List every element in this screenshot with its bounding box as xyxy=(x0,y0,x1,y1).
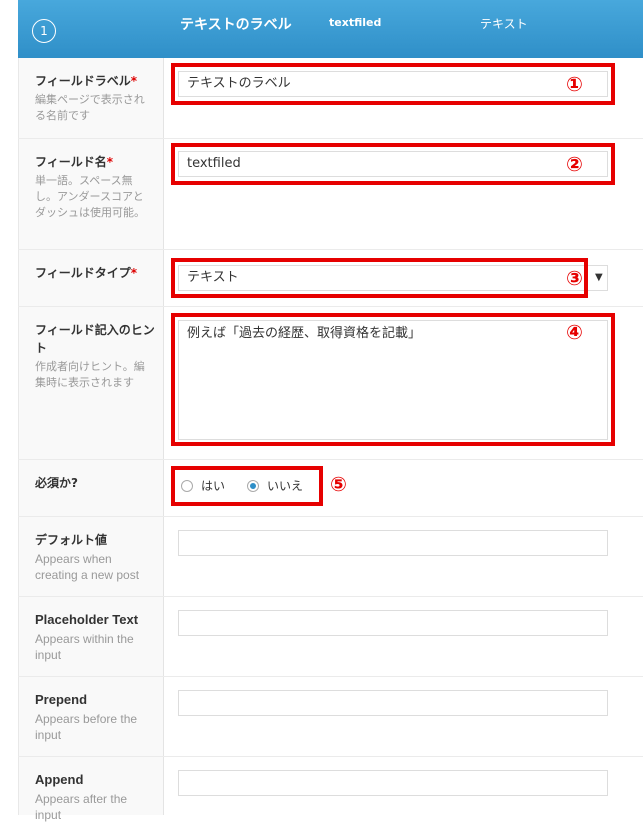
chevron-down-icon[interactable]: ▼ xyxy=(595,272,603,283)
placeholder-text-input[interactable] xyxy=(178,610,608,636)
header-field-label[interactable]: テキストのラベル xyxy=(180,14,292,34)
field-append-title: Append xyxy=(35,772,84,787)
highlight-box-2 xyxy=(171,143,615,185)
field-label-title-text: フィールドラベル xyxy=(35,74,131,88)
row-label-cell: フィールドラベル* 編集ページで表示される名前です xyxy=(18,58,164,138)
marker-4: ④ xyxy=(566,320,583,344)
marker-5: ⑤ xyxy=(330,472,347,496)
highlight-box-4 xyxy=(171,313,615,446)
field-name-title: フィールド名* xyxy=(35,153,155,171)
row-label-cell: フィールド名* 単一語。スペース無し。アンダースコアとダッシュは使用可能。 xyxy=(18,139,164,249)
field-placeholder-title: Placeholder Text xyxy=(35,612,139,627)
row-label-cell: Prepend Appears before the input xyxy=(18,677,164,756)
row-label-cell: Append Appears after the input xyxy=(18,757,164,822)
row-label-cell: 必須か? xyxy=(18,460,164,516)
field-default-title: デフォルト値 xyxy=(35,533,108,547)
default-value-input[interactable] xyxy=(178,530,608,556)
required-asterisk: * xyxy=(106,155,114,169)
field-default-desc: Appears when creating a new post xyxy=(35,552,140,582)
field-name-title-text: フィールド名 xyxy=(35,155,107,169)
row-field-prepend: Prepend Appears before the input xyxy=(18,677,643,757)
row-label-cell: デフォルト値 Appears when creating a new post xyxy=(18,517,164,596)
field-hint-desc: 作成者向けヒント。編集時に表示されます xyxy=(35,360,145,389)
field-order-number: 1 xyxy=(32,19,56,43)
field-label-desc: 編集ページで表示される名前です xyxy=(35,93,145,122)
field-header-bar[interactable]: 1 テキストのラベル textfiled テキスト xyxy=(18,0,643,58)
field-required-title: 必須か? xyxy=(35,476,78,490)
header-field-type: テキスト xyxy=(480,17,528,31)
required-asterisk: * xyxy=(130,266,138,280)
marker-1: ① xyxy=(566,72,583,96)
field-hint-title: フィールド記入のヒント xyxy=(35,323,155,355)
marker-2: ② xyxy=(566,152,583,176)
row-label-cell: Placeholder Text Appears within the inpu… xyxy=(18,597,164,676)
field-append-desc: Appears after the input xyxy=(35,792,128,822)
row-label-cell: フィールド記入のヒント 作成者向けヒント。編集時に表示されます xyxy=(18,307,164,459)
highlight-box-1 xyxy=(171,63,615,105)
field-prepend-title: Prepend xyxy=(35,692,88,707)
field-type-title-text: フィールドタイプ xyxy=(35,266,131,280)
required-asterisk: * xyxy=(130,74,138,88)
field-type-title: フィールドタイプ* xyxy=(35,264,155,282)
highlight-box-3 xyxy=(171,258,588,298)
marker-3: ③ xyxy=(566,266,583,290)
field-label-title: フィールドラベル* xyxy=(35,72,155,90)
field-settings-panel: 1 テキストのラベル textfiled テキスト フィールドラベル* 編集ペー… xyxy=(0,0,643,822)
field-name-desc: 単一語。スペース無し。アンダースコアとダッシュは使用可能。 xyxy=(35,174,145,219)
row-field-placeholder: Placeholder Text Appears within the inpu… xyxy=(18,597,643,677)
header-field-name: textfiled xyxy=(329,16,382,29)
highlight-box-5 xyxy=(171,466,323,506)
prepend-input[interactable] xyxy=(178,690,608,716)
field-placeholder-desc: Appears within the input xyxy=(35,632,134,662)
row-field-default: デフォルト値 Appears when creating a new post xyxy=(18,517,643,597)
field-prepend-desc: Appears before the input xyxy=(35,712,138,742)
append-input[interactable] xyxy=(178,770,608,796)
row-label-cell: フィールドタイプ* xyxy=(18,250,164,306)
